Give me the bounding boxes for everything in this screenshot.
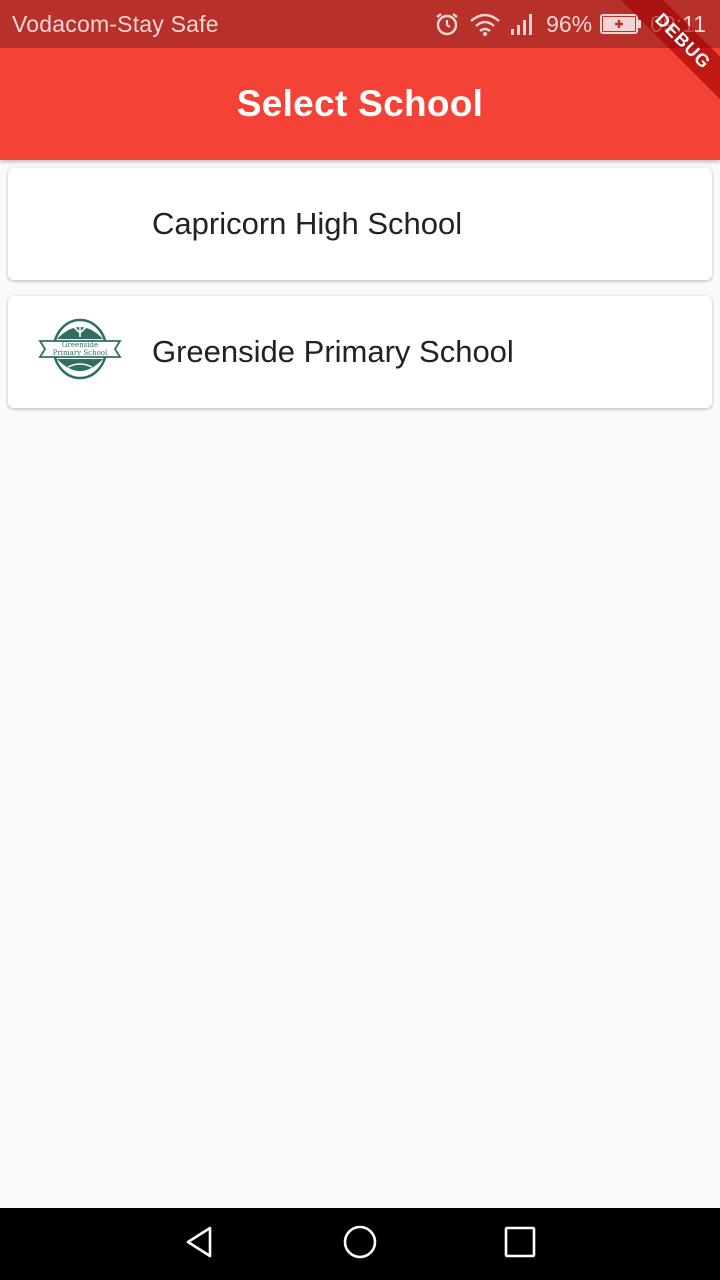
wifi-icon [468, 11, 502, 37]
page-title: Select School [236, 83, 484, 124]
school-logo-placeholder [38, 188, 122, 260]
navigation-bar [0, 1208, 720, 1280]
school-name: Capricorn High School [152, 206, 463, 241]
recents-icon [503, 1225, 537, 1264]
status-icons: 96% 09:11 [434, 0, 706, 48]
alarm-icon [434, 11, 460, 37]
logo-text-line2: Primary School [53, 349, 108, 357]
recents-button[interactable] [480, 1208, 560, 1280]
battery-icon [600, 13, 642, 35]
back-button[interactable] [160, 1208, 240, 1280]
home-button[interactable] [320, 1208, 400, 1280]
school-name: Greenside Primary School [152, 334, 514, 369]
status-bar: Vodacom-Stay Safe 96% 09:11 [0, 0, 720, 48]
carrier-name: Vodacom-Stay Safe [12, 10, 219, 37]
school-card[interactable]: Greenside Primary School Greenside Prima… [8, 296, 712, 408]
battery-percent: 96% [546, 10, 593, 37]
school-card[interactable]: Capricorn High School [8, 168, 712, 280]
home-icon [341, 1223, 379, 1266]
clock-time: 09:11 [650, 10, 706, 37]
school-logo: Greenside Primary School [38, 316, 122, 388]
signal-icon [510, 12, 536, 36]
app-bar: Select School [0, 48, 720, 160]
logo-text-line1: Greenside [62, 341, 98, 349]
back-icon [182, 1224, 218, 1265]
